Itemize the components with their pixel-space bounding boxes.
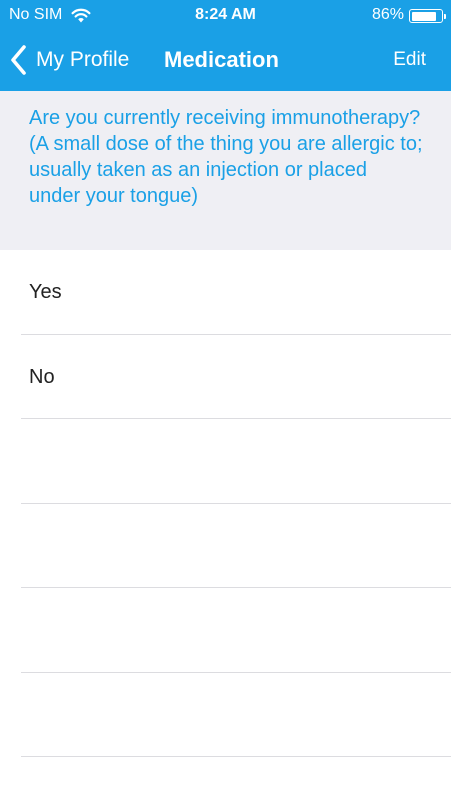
question-header: Are you currently receiving immunotherap…: [0, 91, 451, 250]
back-button[interactable]: My Profile: [8, 43, 129, 77]
battery-fill: [411, 11, 437, 21]
back-button-label: My Profile: [36, 48, 130, 71]
option-label: No: [29, 365, 55, 388]
empty-row: [0, 673, 451, 758]
empty-row: [0, 588, 451, 673]
medication-screen: No SIM 8:24 AM 86% My Profile Medication…: [0, 0, 451, 800]
edit-button[interactable]: Edit: [393, 49, 426, 71]
battery-percent: 86%: [371, 6, 404, 23]
battery-tip: [443, 13, 446, 19]
chevron-left-icon: [11, 45, 26, 75]
empty-row: [0, 504, 451, 589]
status-bar: No SIM 8:24 AM 86%: [0, 0, 451, 30]
top-bar: No SIM 8:24 AM 86% My Profile Medication…: [0, 0, 451, 91]
option-label: Yes: [29, 281, 62, 303]
option-no[interactable]: No: [0, 335, 451, 420]
options-list: Yes No: [0, 250, 451, 757]
navigation-bar: My Profile Medication Edit: [0, 30, 451, 91]
page-title: Medication: [164, 47, 279, 72]
battery-icon: [409, 9, 446, 23]
option-yes[interactable]: Yes: [0, 250, 451, 335]
empty-row: [0, 419, 451, 504]
question-text: Are you currently receiving immunotherap…: [29, 107, 423, 207]
